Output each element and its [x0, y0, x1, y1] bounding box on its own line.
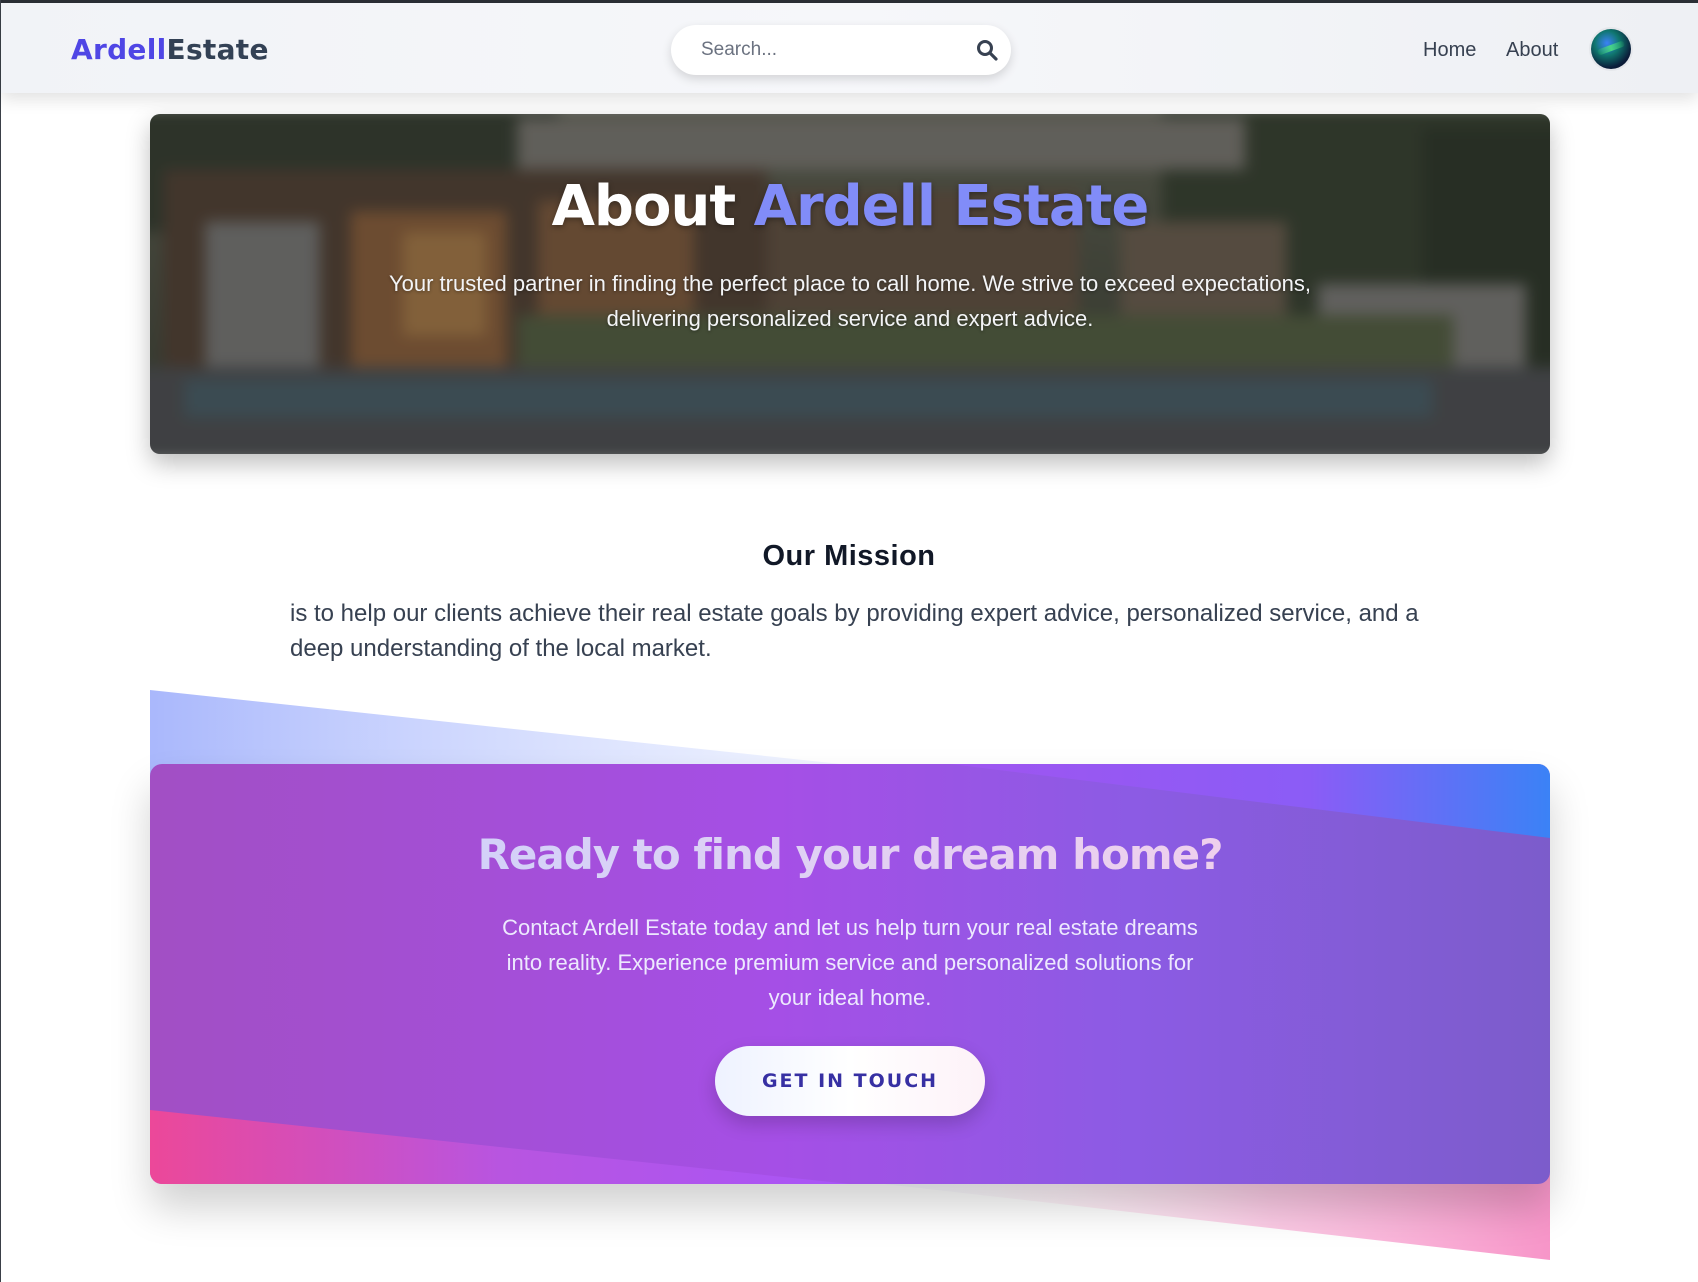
- cta-card: Ready to find your dream home? Contact A…: [150, 764, 1550, 1184]
- site-header: ArdellEstate Home About: [1, 3, 1698, 93]
- hero-title-white: About: [551, 174, 754, 239]
- search-input[interactable]: [701, 37, 961, 63]
- logo-primary: Ardell: [71, 33, 167, 66]
- hero-title: About Ardell Estate: [150, 174, 1550, 239]
- get-in-touch-button[interactable]: GET IN TOUCH: [715, 1046, 985, 1116]
- mission-text: is to help our clients achieve their rea…: [290, 600, 1419, 662]
- about-hero: About Ardell Estate Your trusted partner…: [150, 114, 1550, 454]
- nav-link-home[interactable]: Home: [1423, 39, 1476, 62]
- window-left-border: [0, 0, 1, 1282]
- user-avatar[interactable]: [1591, 29, 1631, 69]
- cta-title: Ready to find your dream home?: [150, 830, 1550, 879]
- search-bar: [671, 25, 1011, 75]
- mission-title: Our Mission: [762, 540, 936, 572]
- hero-subtitle: Your trusted partner in finding the perf…: [388, 271, 1312, 331]
- site-logo[interactable]: ArdellEstate: [71, 33, 269, 66]
- logo-secondary: Estate: [166, 33, 269, 66]
- nav-link-about[interactable]: About: [1506, 39, 1558, 62]
- cta-section: Ready to find your dream home? Contact A…: [150, 690, 1550, 1260]
- search-icon[interactable]: [976, 39, 998, 61]
- cta-text: Contact Ardell Estate today and let us h…: [502, 915, 1198, 1010]
- hero-title-accent: Ardell Estate: [753, 174, 1150, 239]
